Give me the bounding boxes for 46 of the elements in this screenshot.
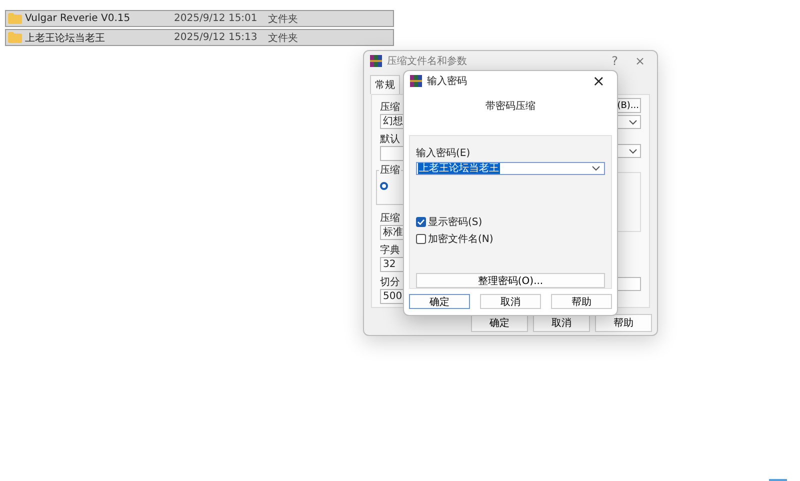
field-label: 输入密码(E) [416,146,472,160]
checkbox-label: 加密文件名(N) [428,232,494,246]
file-row[interactable]: Vulgar Reverie V0.15 2025/9/12 15:01 文件夹 [5,10,394,27]
file-date: 2025/9/12 15:01 [174,13,258,24]
group-label: 压缩 [379,164,401,176]
tab[interactable]: 常规 [370,75,400,94]
folder-icon [8,13,22,24]
books-icon [370,55,382,67]
dialog-heading: 带密码压缩 [484,100,536,114]
window-title: 输入密码 [427,74,467,88]
field-label: 压缩 [380,213,401,225]
chevron-icon [629,120,637,124]
dialog-button[interactable]: 帮助 [551,294,612,309]
file-type: 文件夹 [268,32,298,44]
file-type: 文件夹 [268,12,298,26]
dropdown-field[interactable] [617,115,641,129]
indicator-bar [769,479,787,481]
dialog-button[interactable]: 帮助 [595,314,652,332]
field-label: 字典 [380,245,401,257]
help-button[interactable]: ? [606,54,624,68]
checkbox[interactable] [416,234,426,244]
checkbox[interactable] [416,217,426,227]
checkbox-label: 显示密码(S) [428,216,482,229]
window-title: 压缩文件名和参数 [387,54,467,68]
password-field[interactable]: 上老王论坛当老王 [416,162,605,175]
dialog-button[interactable]: 取消 [480,294,541,309]
file-name: 上老王论坛当老王 [25,32,105,44]
dialog-button[interactable]: 确定 [409,294,470,309]
field-label: 压缩 [380,102,401,114]
close-button[interactable]: × [628,54,651,68]
browse-button[interactable]: (B)... [617,98,641,113]
field-label: 默认 [380,134,401,146]
file-date: 2025/9/12 15:13 [174,32,258,43]
chevron-icon [629,148,637,154]
folder-icon [8,32,22,43]
password-text: 上老王论坛当老王 [418,163,500,174]
dropdown-field[interactable] [617,144,641,158]
field-label: 切分 [380,277,401,289]
chevron-icon [592,166,600,171]
close-button[interactable]: × [586,72,611,90]
file-name: Vulgar Reverie V0.15 [25,13,130,24]
file-row[interactable]: 上老王论坛当老王 2025/9/12 15:13 文件夹 [5,29,394,46]
input-field[interactable] [617,277,641,291]
radio-button[interactable] [380,182,388,190]
organize-button[interactable]: 整理密码(O)... [416,273,605,288]
books-icon [410,75,422,87]
